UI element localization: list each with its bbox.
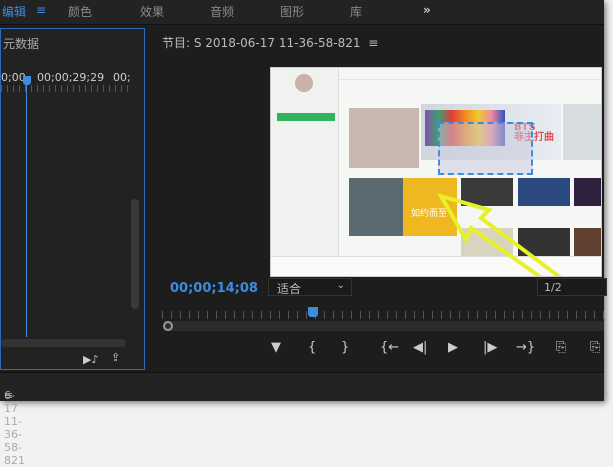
tab-menu-icon[interactable]: ≡ (4, 389, 13, 402)
tab-color[interactable]: 颜色 (68, 3, 92, 20)
horizontal-scrollbar[interactable] (1, 339, 126, 347)
program-title: 节目: S 2018-06-17 11-36-58-821 ≡ (162, 34, 378, 51)
zoom-select[interactable]: 适合 ⌄ (268, 278, 352, 296)
extract-icon[interactable]: ⎘ (590, 340, 600, 355)
sequence-tab[interactable]: 6-17 11-36-58-821 ≡ (2, 381, 25, 467)
arrow-shape (436, 192, 562, 276)
program-monitor: 节目: S 2018-06-17 11-36-58-821 ≡ BTS非主打曲 … (150, 28, 607, 370)
step-forward-icon[interactable]: |▶ (483, 340, 497, 355)
panel-title: 元数据 (3, 37, 40, 51)
timecode-start: 0;00 (1, 71, 26, 84)
step-back-icon[interactable]: ◀| (413, 340, 427, 355)
timeline-tab-bar: 6-17 11-36-58-821 ≡ (0, 372, 604, 467)
export-icon[interactable]: ⇪ (111, 351, 120, 364)
music-icon[interactable]: ▶♪ (83, 353, 98, 366)
tab-edit[interactable]: 编辑 (2, 3, 26, 20)
vertical-scrollbar[interactable] (131, 199, 139, 309)
video-frame[interactable]: BTS非主打曲 如约而至 (270, 67, 602, 277)
scrub-bar[interactable] (164, 321, 604, 331)
resolution-select[interactable]: 1/2 (537, 278, 607, 296)
sequence-name: 节目: S 2018-06-17 11-36-58-821 (162, 36, 361, 50)
lift-icon[interactable]: ⎘ (556, 340, 566, 355)
go-to-in-icon[interactable]: {← (380, 340, 399, 355)
playhead[interactable] (23, 76, 31, 85)
tab-menu-icon[interactable]: ≡ (36, 3, 46, 17)
playhead-line (26, 85, 27, 337)
resolution-value: 1/2 (544, 281, 562, 294)
chevron-down-icon: ⌄ (336, 280, 345, 291)
workspace-tabs: 编辑 ≡ 颜色 效果 音频 图形 库 » (0, 0, 604, 25)
premiere-window: 编辑 ≡ 颜色 效果 音频 图形 库 » 元数据 0;00 00;00;29;2… (0, 0, 607, 467)
annotation-arrow (436, 192, 562, 276)
tab-graphics[interactable]: 图形 (280, 3, 304, 20)
mark-in-icon[interactable]: { (308, 340, 316, 355)
zoom-value: 适合 (277, 282, 302, 296)
timecode-end: 00; (113, 71, 131, 84)
metadata-panel: 元数据 0;00 00;00;29;29 00; ▶♪ ⇪ (0, 28, 145, 370)
transport-controls: ▼ { } {← ◀| ▶ |▶ →} ⎘ ⎘ (268, 340, 604, 362)
in-point-handle[interactable] (163, 321, 173, 331)
tab-libraries[interactable]: 库 (350, 3, 362, 20)
time-ruler[interactable] (162, 311, 604, 319)
playhead[interactable] (308, 307, 318, 317)
marker-icon[interactable]: ▼ (271, 340, 281, 355)
timecode-mid: 00;00;29;29 (37, 71, 105, 84)
mark-out-icon[interactable]: } (341, 340, 349, 355)
panel-menu-icon[interactable]: ≡ (368, 36, 378, 50)
tab-effects[interactable]: 效果 (140, 3, 164, 20)
tab-audio[interactable]: 音频 (210, 3, 234, 20)
current-timecode[interactable]: 00;00;14;08 (170, 281, 258, 296)
go-to-out-icon[interactable]: →} (516, 340, 535, 355)
overflow-icon[interactable]: » (423, 3, 431, 17)
play-icon[interactable]: ▶ (448, 340, 458, 355)
time-ruler[interactable] (1, 85, 133, 92)
